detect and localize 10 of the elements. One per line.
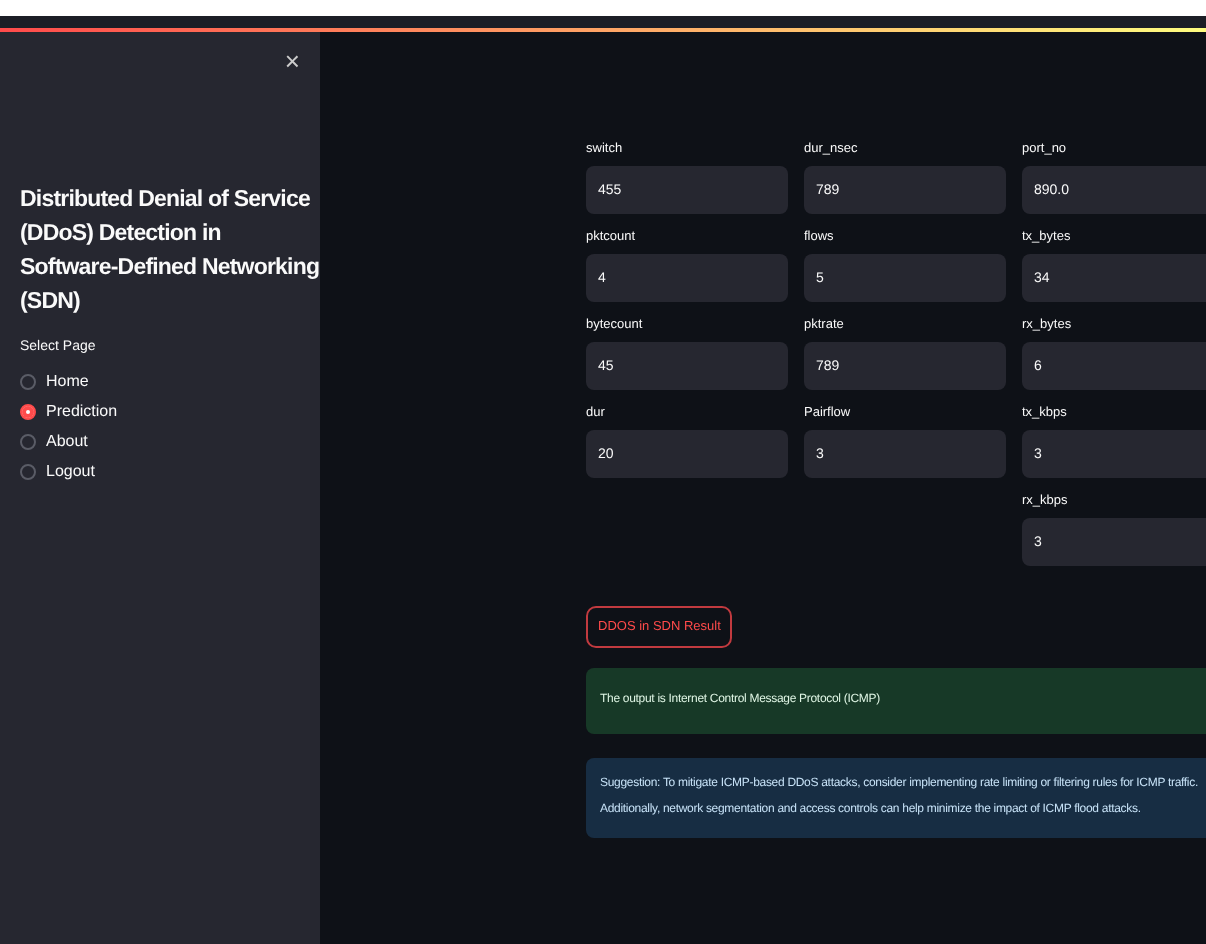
radio-button[interactable] xyxy=(20,373,36,389)
radio-button[interactable] xyxy=(20,433,36,449)
sidebar-title: Distributed Denial of Service (DDoS) Detection in Software-Defined Networking (SDN) xyxy=(20,186,320,318)
radio-button[interactable] xyxy=(20,403,36,419)
radio-label[interactable]: Home xyxy=(46,370,89,392)
radio-label[interactable]: Prediction xyxy=(46,400,118,422)
radio-label[interactable]: Logout xyxy=(46,460,95,482)
radio-label[interactable]: About xyxy=(46,430,88,452)
close-button[interactable]: × xyxy=(280,48,304,76)
radio-button[interactable] xyxy=(20,463,36,479)
